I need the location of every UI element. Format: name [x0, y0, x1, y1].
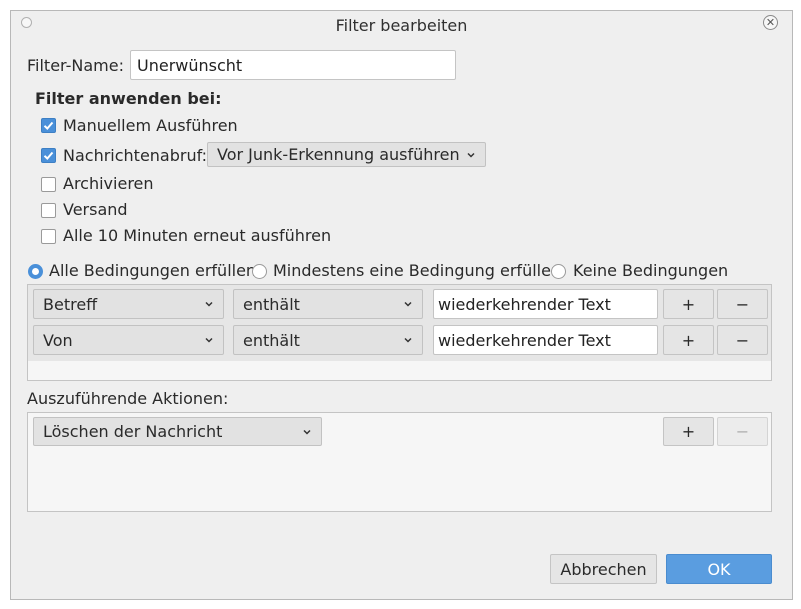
condition-operator-select[interactable]: enthält [233, 325, 423, 355]
checkbox-checked-icon [41, 118, 56, 133]
manual-run-label: Manuellem Ausführen [63, 116, 238, 135]
filter-name-label: Filter-Name: [27, 56, 124, 75]
checkbox-unchecked-icon [41, 229, 56, 244]
action-value: Löschen der Nachricht [43, 422, 223, 441]
condition-field-value: Betreff [43, 294, 98, 314]
dialog-title: Filter bearbeiten [335, 16, 468, 35]
checkbox-unchecked-icon [41, 177, 56, 192]
ok-button[interactable]: OK [666, 554, 772, 584]
action-select[interactable]: Löschen der Nachricht [33, 417, 322, 446]
title-bar: Filter bearbeiten ✕ [11, 11, 792, 39]
fetch-timing-select[interactable]: Vor Junk-Erkennung ausführen [207, 142, 486, 167]
filter-name-input[interactable]: Unerwünscht [130, 50, 456, 80]
periodic-label: Alle 10 Minuten erneut ausführen [63, 226, 332, 245]
add-condition-button[interactable]: + [663, 289, 714, 319]
condition-value-input[interactable]: wiederkehrender Text [433, 325, 658, 355]
manual-run-checkbox[interactable] [41, 118, 56, 133]
match-any-radio[interactable] [252, 264, 267, 279]
chevron-down-icon [303, 429, 311, 435]
send-label: Versand [63, 200, 128, 219]
remove-condition-button[interactable]: − [717, 325, 768, 355]
condition-operator-value: enthält [243, 294, 300, 314]
conditions-list: Betreff enthält wiederkehrender Text + −… [27, 284, 772, 381]
filter-dialog: Filter bearbeiten ✕ Filter-Name: Unerwün… [10, 10, 793, 600]
condition-operator-value: enthält [243, 330, 300, 350]
match-none-label: Keine Bedingungen [573, 261, 729, 280]
chevron-down-icon [205, 301, 213, 307]
fetch-timing-value: Vor Junk-Erkennung ausführen [217, 145, 460, 164]
condition-row: Von enthält wiederkehrender Text + − [28, 321, 771, 361]
condition-value-input[interactable]: wiederkehrender Text [433, 289, 658, 319]
remove-condition-button[interactable]: − [717, 289, 768, 319]
apply-when-heading: Filter anwenden bei: [35, 89, 222, 108]
checkbox-unchecked-icon [41, 203, 56, 218]
periodic-checkbox[interactable] [41, 229, 56, 244]
condition-field-value: Von [43, 330, 73, 350]
actions-list: Löschen der Nachricht + − [27, 412, 772, 512]
condition-field-select[interactable]: Von [33, 325, 224, 355]
fetch-label: Nachrichtenabruf: [63, 146, 208, 165]
chevron-down-icon [467, 152, 475, 158]
chevron-down-icon [205, 337, 213, 343]
condition-operator-select[interactable]: enthält [233, 289, 423, 319]
condition-field-select[interactable]: Betreff [33, 289, 224, 319]
match-all-label: Alle Bedingungen erfüllen [49, 261, 257, 280]
add-action-button[interactable]: + [663, 417, 714, 446]
actions-label: Auszuführende Aktionen: [27, 389, 229, 408]
match-none-radio[interactable] [551, 264, 566, 279]
close-icon[interactable]: ✕ [763, 15, 778, 30]
cancel-button[interactable]: Abbrechen [550, 554, 657, 584]
chevron-down-icon [404, 301, 412, 307]
match-any-label: Mindestens eine Bedingung erfüllen [273, 261, 562, 280]
send-checkbox[interactable] [41, 203, 56, 218]
match-all-radio[interactable] [28, 264, 43, 279]
condition-row: Betreff enthält wiederkehrender Text + − [28, 285, 771, 321]
remove-action-button[interactable]: − [717, 417, 768, 446]
archive-label: Archivieren [63, 174, 154, 193]
chevron-down-icon [404, 337, 412, 343]
fetch-checkbox[interactable] [41, 148, 56, 163]
checkbox-checked-icon [41, 148, 56, 163]
add-condition-button[interactable]: + [663, 325, 714, 355]
archive-checkbox[interactable] [41, 177, 56, 192]
